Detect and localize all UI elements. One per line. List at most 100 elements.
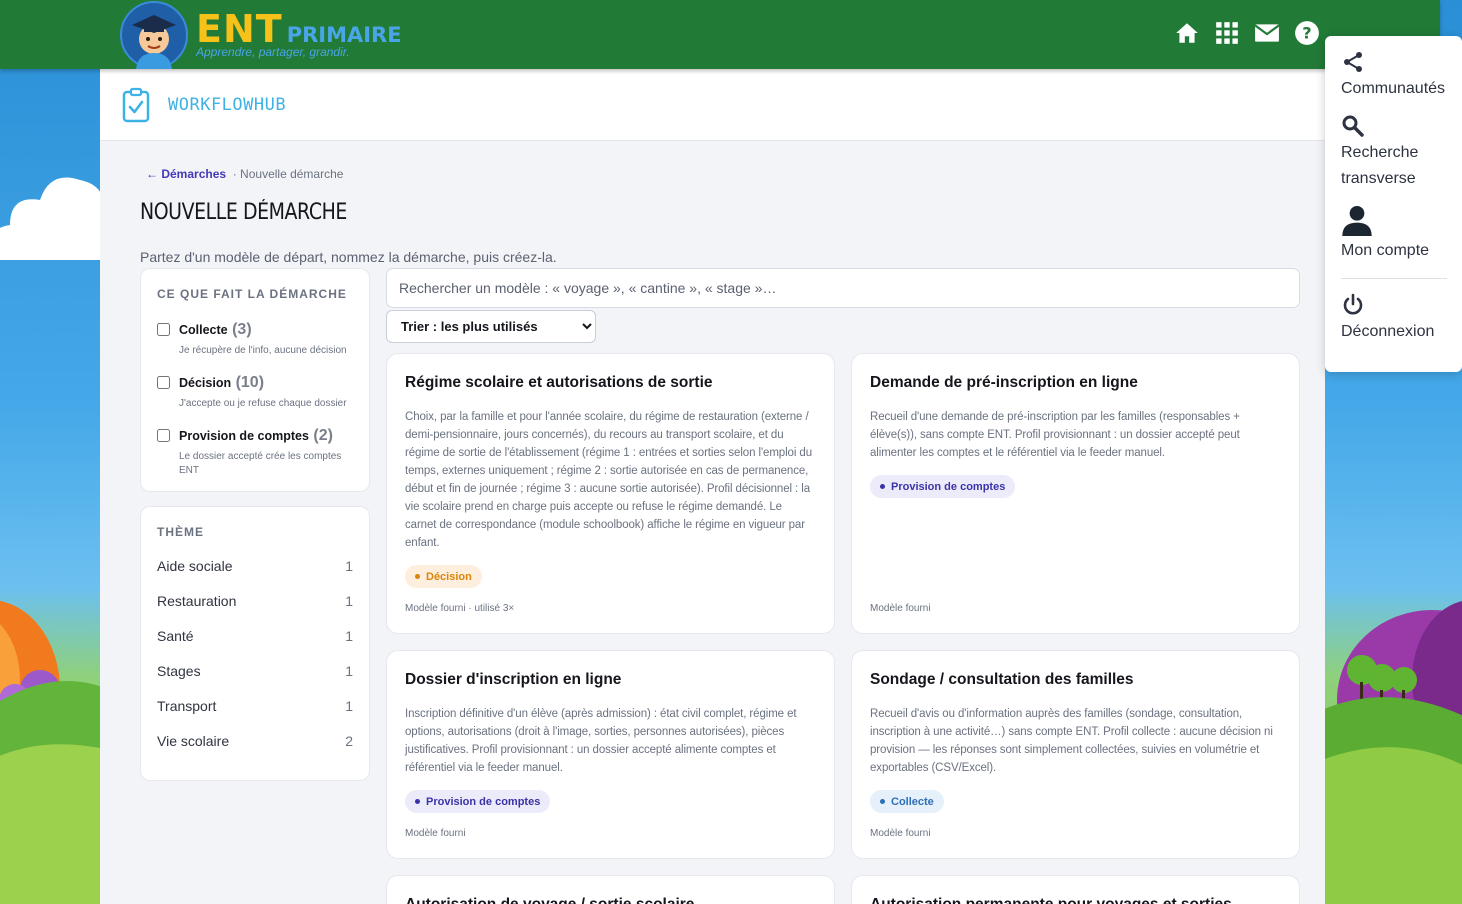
template-card[interactable]: Autorisation de voyage / sortie scolaire (386, 875, 835, 904)
filter-count: (10) (235, 374, 265, 391)
filter-count: (2) (313, 427, 333, 444)
theme-count: 1 (345, 663, 353, 679)
home-icon[interactable] (1174, 20, 1200, 46)
theme-label: Vie scolaire (157, 733, 230, 749)
theme-item[interactable]: Restauration 1 (157, 593, 353, 609)
template-badge: Provision de comptes (870, 475, 1016, 498)
svg-text:?: ? (1302, 23, 1311, 42)
brand-primaire: PRIMAIRE (286, 22, 402, 47)
filter-provision-checkbox[interactable] (157, 429, 170, 442)
top-bar: ENT PRIMAIRE Apprendre, partager, grandir… (0, 0, 1440, 69)
filter-desc: J'accepte ou je refuse chaque dossier (179, 398, 347, 409)
theme-heading: THÈME (157, 525, 204, 539)
template-title: Autorisation de voyage / sortie scolaire (405, 896, 816, 904)
sort-select[interactable]: Trier : les plus utilisés (386, 310, 596, 343)
template-description: Inscription définitive d'un élève (après… (405, 708, 797, 774)
template-badge: Collecte (870, 790, 944, 813)
filter-decision-checkbox[interactable] (157, 376, 170, 389)
template-search-input[interactable] (386, 268, 1300, 308)
template-title: Sondage / consultation des familles (870, 671, 1134, 688)
template-badge: Décision (405, 565, 482, 588)
menu-label-search: Recherche transverse (1341, 144, 1419, 187)
theme-count: 1 (345, 698, 353, 714)
template-card[interactable]: Dossier d'inscription en ligne Inscripti… (386, 650, 835, 859)
page-content: ← Démarches · Nouvelle démarche NOUVELLE… (116, 142, 1324, 904)
theme-label: Aide sociale (157, 558, 233, 574)
cloud-decoration (0, 177, 105, 260)
theme-label: Transport (157, 698, 217, 714)
clipboard-check-icon (122, 87, 150, 122)
filter-decision[interactable]: Décision (10) J'accepte ou je refuse cha… (157, 374, 353, 411)
filter-label: Collecte (179, 323, 228, 337)
theme-count: 1 (345, 628, 353, 644)
page-subtitle: Partez d'un modèle de départ, nommez la … (140, 249, 557, 265)
template-footer: Modèle fourni · utilisé 3× (405, 603, 515, 614)
mail-icon[interactable] (1254, 20, 1280, 46)
theme-item[interactable]: Santé 1 (157, 628, 353, 644)
template-title: Dossier d'inscription en ligne (405, 671, 622, 688)
menu-divider (1341, 278, 1447, 279)
menu-label-communities: Communautés (1341, 80, 1446, 97)
breadcrumb-back-link[interactable]: ← Démarches (146, 167, 226, 181)
theme-item[interactable]: Vie scolaire 2 (157, 733, 353, 749)
app-name: WORKFLOWHUB (168, 94, 287, 115)
theme-count: 2 (345, 733, 353, 749)
template-description: Recueil d'avis ou d'information auprès d… (870, 708, 1273, 774)
filter-heading: CE QUE FAIT LA DÉMARCHE (157, 287, 347, 301)
brand-logo[interactable]: ENT PRIMAIRE Apprendre, partager, grandir… (118, 0, 402, 69)
menu-item-logout[interactable]: Déconnexion (1341, 293, 1462, 345)
graduate-avatar-icon (120, 0, 188, 69)
search-icon (1342, 115, 1364, 137)
theme-count: 1 (345, 558, 353, 574)
menu-item-search[interactable]: Recherche transverse (1341, 114, 1462, 192)
theme-item[interactable]: Transport 1 (157, 698, 353, 714)
hill-decoration-left (0, 600, 110, 904)
theme-label: Santé (157, 628, 194, 644)
breadcrumb: ← Démarches · Nouvelle démarche (146, 167, 343, 181)
template-card[interactable]: Régime scolaire et autorisations de sort… (386, 353, 835, 634)
menu-label-account: Mon compte (1341, 242, 1430, 259)
theme-label: Restauration (157, 593, 237, 609)
menu-item-account[interactable]: Mon compte (1341, 204, 1462, 264)
template-card[interactable]: Demande de pré-inscription en ligne Recu… (851, 353, 1300, 634)
apps-grid-icon[interactable] (1214, 20, 1240, 46)
main-panel: WORKFLOWHUB ← Démarches · Nouvelle démar… (100, 69, 1325, 904)
theme-label: Stages (157, 663, 201, 679)
breadcrumb-current: · Nouvelle démarche (232, 167, 344, 181)
filter-count: (3) (232, 321, 252, 338)
app-header: WORKFLOWHUB (100, 69, 1325, 141)
menu-item-communities[interactable]: Communautés (1341, 50, 1462, 102)
template-title: Régime scolaire et autorisations de sort… (405, 374, 713, 391)
theme-panel: THÈME Aide sociale 1 Restauration 1 Santé 1… (140, 506, 370, 781)
filter-desc: Le dossier accepté crée les comptes ENT (179, 451, 342, 476)
template-footer: Modèle fourni (870, 603, 931, 614)
hill-decoration-right (1322, 601, 1462, 904)
power-icon (1343, 293, 1363, 315)
template-title: Autorisation permanente pour voyages et … (870, 896, 1281, 904)
theme-item[interactable]: Stages 1 (157, 663, 353, 679)
brand-ent: ENT (196, 6, 283, 51)
filter-label: Provision de comptes (179, 429, 309, 443)
theme-count: 1 (345, 593, 353, 609)
theme-item[interactable]: Aide sociale 1 (157, 558, 353, 574)
template-title: Demande de pré-inscription en ligne (870, 374, 1138, 391)
template-card[interactable]: Sondage / consultation des familles Recu… (851, 650, 1300, 859)
filter-collecte-checkbox[interactable] (157, 323, 170, 336)
template-card[interactable]: Autorisation permanente pour voyages et … (851, 875, 1300, 904)
user-icon (1342, 206, 1372, 236)
template-footer: Modèle fourni (870, 828, 931, 839)
menu-label-logout: Déconnexion (1341, 323, 1435, 340)
filter-desc: Je récupère de l'info, aucune décision (179, 345, 347, 356)
filter-provision[interactable]: Provision de comptes (2) Le dossier acce… (157, 427, 353, 478)
share-icon (1344, 52, 1362, 72)
filter-panel: CE QUE FAIT LA DÉMARCHE Collecte (3) Je … (140, 268, 370, 492)
template-badge: Provision de comptes (405, 790, 551, 813)
user-menu-dropdown: Communautés Recherche transverse Mon com… (1325, 36, 1462, 372)
template-description: Recueil d'une demande de pré-inscription… (870, 411, 1240, 459)
template-footer: Modèle fourni (405, 828, 466, 839)
filter-label: Décision (179, 376, 232, 390)
page-title: NOUVELLE DÉMARCHE (140, 200, 347, 225)
template-description: Choix, par la famille et pour l'année sc… (405, 411, 812, 549)
help-icon[interactable]: ? (1294, 20, 1320, 46)
filter-collecte[interactable]: Collecte (3) Je récupère de l'info, aucu… (157, 321, 353, 358)
